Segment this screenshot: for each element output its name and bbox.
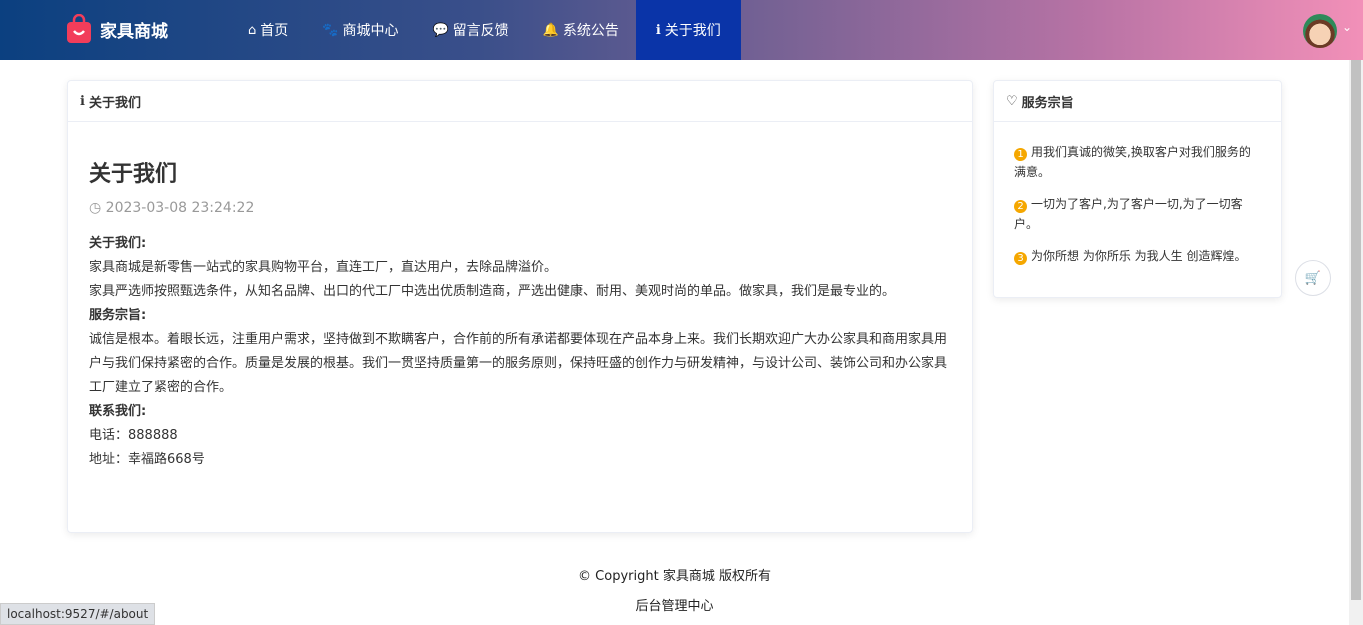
nav-mall[interactable]: 🐾 商城中心 bbox=[305, 0, 415, 60]
nav-label: 留言反馈 bbox=[452, 23, 509, 39]
section-heading: 关于我们: bbox=[89, 236, 147, 251]
nav-label: 商城中心 bbox=[342, 23, 399, 39]
section-heading: 服务宗旨: bbox=[89, 308, 147, 323]
nav-label: 系统公告 bbox=[562, 23, 619, 39]
cart-icon: 🛒 bbox=[1304, 270, 1322, 286]
home-icon: ⌂ bbox=[248, 22, 257, 38]
item-text: 用我们真诚的微笑,换取客户对我们服务的满意。 bbox=[1014, 145, 1251, 179]
nav-label: 关于我们 bbox=[664, 23, 721, 39]
page-title: 关于我们 bbox=[89, 162, 178, 187]
scrollbar[interactable] bbox=[1349, 60, 1363, 625]
nav-feedback[interactable]: 💬 留言反馈 bbox=[415, 0, 525, 60]
about-card: ℹ 关于我们 关于我们 ◷ 2023-03-08 23:24:22 关于我们: 家… bbox=[67, 80, 973, 533]
info-icon: ℹ bbox=[655, 22, 661, 38]
nav-home[interactable]: ⌂ 首页 bbox=[231, 0, 305, 60]
paw-icon: 🐾 bbox=[322, 22, 339, 38]
nav-label: 首页 bbox=[260, 23, 289, 39]
bell-icon: 🔔 bbox=[542, 22, 559, 38]
nav-notice[interactable]: 🔔 系统公告 bbox=[526, 0, 636, 60]
paragraph: 家具商城是新零售一站式的家具购物平台，直连工厂，直达用户，去除品牌溢价。 bbox=[89, 260, 558, 275]
phone: 电话：888888 bbox=[89, 428, 178, 443]
address: 地址：幸福路668号 bbox=[89, 452, 205, 467]
user-avatar[interactable] bbox=[1303, 14, 1337, 48]
clock-icon: ◷ bbox=[89, 200, 106, 216]
list-item: 1 用我们真诚的微笑,换取客户对我们服务的满意。 bbox=[1014, 142, 1261, 182]
scrollbar-thumb[interactable] bbox=[1351, 60, 1361, 600]
status-url: localhost:9527/#/about bbox=[0, 603, 156, 625]
paragraph: 诚信是根本。着眼长远，注重用户需求，坚持做到不欺瞒客户，合作前的所有承诺都要体现… bbox=[89, 332, 948, 395]
section-heading: 联系我们: bbox=[89, 404, 147, 419]
card-title: 关于我们 bbox=[88, 95, 141, 111]
service-card: ♡ 服务宗旨 1 用我们真诚的微笑,换取客户对我们服务的满意。 2 一切为了客户,为了… bbox=[993, 80, 1282, 298]
paragraph: 家具严选师按照甄选条件，从知名品牌、出口的代工厂中选出优质制造商，严选出健康、耐… bbox=[89, 284, 896, 299]
copyright: © Copyright 家具商城 版权所有 bbox=[578, 569, 771, 584]
chat-icon: 💬 bbox=[432, 22, 449, 38]
number-badge: 2 bbox=[1014, 200, 1027, 213]
nav-about[interactable]: ℹ 关于我们 bbox=[635, 0, 741, 60]
number-badge: 3 bbox=[1014, 252, 1027, 265]
heart-icon: ♡ bbox=[1006, 93, 1018, 109]
item-text: 一切为了客户,为了客户一切,为了一切客户。 bbox=[1014, 197, 1243, 231]
admin-link[interactable]: 后台管理中心 bbox=[635, 599, 713, 614]
about-content: 关于我们: 家具商城是新零售一站式的家具购物平台，直连工厂，直达用户，去除品牌溢… bbox=[89, 232, 951, 472]
number-badge: 1 bbox=[1014, 148, 1027, 161]
cart-button[interactable]: 🛒 bbox=[1295, 260, 1331, 296]
chevron-down-icon[interactable]: ⌄ bbox=[1342, 20, 1352, 34]
brand-name: 家具商城 bbox=[100, 21, 168, 42]
publish-date: ◷ 2023-03-08 23:24:22 bbox=[89, 200, 952, 216]
date-text: 2023-03-08 23:24:22 bbox=[105, 200, 255, 216]
item-text: 为你所想 为你所乐 为我人生 创造辉煌。 bbox=[1031, 249, 1247, 263]
top-nav: 家具商城 ⌂ 首页 🐾 商城中心 💬 留言反馈 🔔 系统公告 ℹ 关于我们 ⌄ bbox=[0, 0, 1363, 60]
info-icon: ℹ bbox=[80, 93, 85, 109]
shopping-bag-icon bbox=[67, 14, 91, 43]
card-title: 服务宗旨 bbox=[1021, 95, 1074, 111]
list-item: 2 一切为了客户,为了客户一切,为了一切客户。 bbox=[1014, 194, 1261, 234]
brand-logo[interactable]: 家具商城 bbox=[66, 14, 168, 44]
list-item: 3 为你所想 为你所乐 为我人生 创造辉煌。 bbox=[1014, 246, 1261, 266]
